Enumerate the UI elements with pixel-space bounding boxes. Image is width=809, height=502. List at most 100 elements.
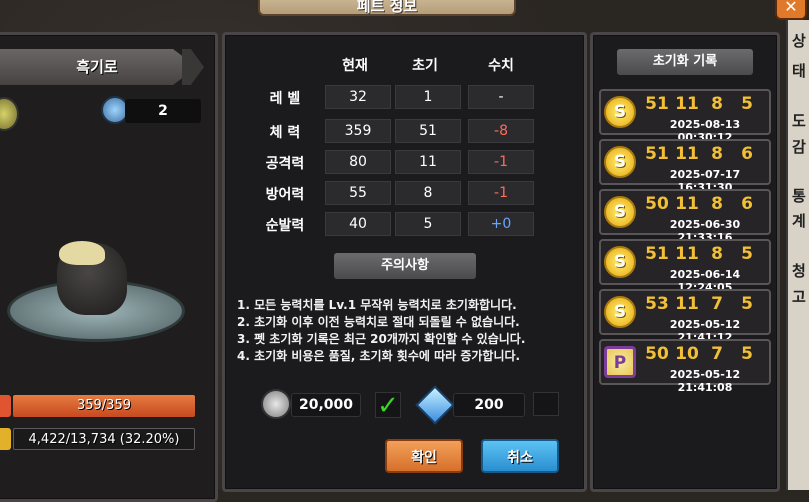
record-stat-value: 8 (711, 94, 723, 114)
notice-item: 1. 모든 능력치를 Lv.1 무작위 능력치로 초기화합니다. (237, 298, 517, 312)
stat-initial-cell: 5 (395, 212, 461, 236)
window-title: 페트 정보 (258, 0, 516, 16)
notice-item: 4. 초기화 비용은 품질, 초기화 횟수에 따라 증가합니다. (237, 349, 521, 363)
grade-badge-icon: S (604, 246, 636, 278)
stat-current-cell: 80 (325, 150, 391, 174)
record-stat-value: 7 (711, 344, 723, 364)
stat-current-cell: 40 (325, 212, 391, 236)
stat-initial-cell: 51 (395, 119, 461, 143)
side-tab-char[interactable]: 상 (792, 30, 806, 51)
record-stat-value: 8 (711, 244, 723, 264)
pet-sprite-mane (59, 241, 105, 265)
notice-item: 3. 펫 초기화 기록은 최근 20개까지 확인할 수 있습니다. (237, 332, 526, 346)
grade-badge-icon: S (604, 96, 636, 128)
record-stat-value: 5 (741, 344, 753, 364)
col-initial: 초기 (412, 58, 438, 74)
stat-current-cell: 55 (325, 181, 391, 205)
record-stat-value: 6 (741, 144, 753, 164)
stat-initial-cell: 11 (395, 150, 461, 174)
record-stat-value: 51 (645, 244, 669, 264)
close-button[interactable]: ✕ (775, 0, 807, 20)
grade-badge-icon: S (604, 146, 636, 178)
record-stat-value: 8 (711, 144, 723, 164)
record-stat-value: 50 (645, 194, 669, 214)
record-stat-value: 11 (675, 294, 699, 314)
side-tab-char[interactable]: 감 (792, 136, 806, 157)
side-tab-char[interactable]: 고 (792, 286, 806, 307)
grade-badge-icon: P (604, 346, 636, 378)
stat-initial-cell: 8 (395, 181, 461, 205)
record-stat-value: 53 (645, 294, 669, 314)
stat-diff-cell: +0 (468, 212, 534, 236)
notice-list: 1. 모든 능력치를 Lv.1 무작위 능력치로 초기화합니다. 2. 초기화 … (237, 297, 582, 365)
history-record: P 50 10 7 5 2025-05-12 21:41:08 (599, 339, 771, 394)
record-stat-value: 51 (645, 144, 669, 164)
col-diff: 수치 (488, 58, 514, 74)
record-stats: 51 11 8 5 (643, 94, 769, 114)
record-stats: 50 10 7 5 (643, 344, 769, 364)
history-record: S 53 11 7 5 2025-05-12 21:41:12 (599, 289, 771, 344)
side-tab-char[interactable]: 도 (792, 110, 806, 131)
history-record: S 50 11 8 6 2025-06-30 21:33:16 (599, 189, 771, 244)
grade-badge-icon: S (604, 296, 636, 328)
side-tab-char[interactable]: 청 (792, 260, 806, 281)
stat-diff-cell: - (468, 85, 534, 109)
record-stats: 53 11 7 5 (643, 294, 769, 314)
record-stat-value: 5 (741, 294, 753, 314)
exp-bar: 4,422/13,734 (32.20%) (13, 428, 195, 450)
side-tab-char[interactable]: 태 (792, 60, 806, 81)
notice-title: 주의사항 (334, 253, 476, 279)
pet-name: 흑기로 (0, 49, 197, 85)
side-tab-char[interactable]: 통 (792, 185, 806, 206)
record-stat-value: 5 (741, 94, 753, 114)
record-stats: 51 11 8 5 (643, 244, 769, 264)
grade-badge-icon: S (604, 196, 636, 228)
coin-icon (261, 389, 291, 419)
gem-icon (415, 385, 455, 425)
notice-item: 2. 초기화 이후 이전 능력치로 절대 되돌릴 수 없습니다. (237, 315, 520, 329)
record-stats: 51 11 8 6 (643, 144, 769, 164)
stats-panel: 현재 초기 수치 레 벨 32 1- 체 력 359 51 -8 공격력 80 11 -1 방어력 55… (222, 32, 587, 492)
stat-label: 공격력 (265, 156, 305, 172)
gem-cost: 200 (453, 393, 525, 417)
history-title: 초기화 기록 (617, 49, 753, 75)
stat-label: 레 벨 (269, 91, 301, 107)
record-stat-value: 7 (711, 294, 723, 314)
stat-initial-cell: 1 (395, 85, 461, 109)
stat-diff-cell: -1 (468, 150, 534, 174)
hp-icon (0, 395, 11, 417)
record-date: 2025-05-12 21:41:08 (669, 368, 741, 394)
stat-label: 체 력 (269, 125, 301, 141)
record-stat-value: 8 (711, 194, 723, 214)
record-stat-value: 11 (675, 144, 699, 164)
stat-label: 순발력 (265, 218, 305, 234)
col-current: 현재 (342, 58, 368, 74)
stat-diff-cell: -1 (468, 181, 534, 205)
stat-current-cell: 32 (325, 85, 391, 109)
record-stat-value: 51 (645, 94, 669, 114)
name-plate-arrow-icon (182, 49, 204, 85)
record-stat-value: 11 (675, 94, 699, 114)
record-stats: 50 11 8 6 (643, 194, 769, 214)
confirm-button[interactable]: 확인 (385, 439, 463, 473)
stat-label: 방어력 (265, 187, 305, 203)
gem-checkbox[interactable] (533, 392, 559, 416)
stat-current-cell: 359 (325, 119, 391, 143)
coin-cost: 20,000 (291, 393, 361, 417)
side-tab-char[interactable]: 계 (792, 210, 806, 231)
coin-check-icon[interactable]: ✓ (375, 392, 401, 419)
record-stat-value: 11 (675, 244, 699, 264)
record-stat-value: 5 (741, 244, 753, 264)
pet-grade-icon (0, 97, 19, 131)
record-stat-value: 50 (645, 344, 669, 364)
record-stat-value: 6 (741, 194, 753, 214)
pet-count: 2 (125, 99, 201, 123)
exp-icon (0, 428, 11, 450)
stat-diff-cell: -8 (468, 119, 534, 143)
side-tabs: 상 태 도 감 통 계 청 고 (786, 20, 809, 490)
cancel-button[interactable]: 취소 (481, 439, 559, 473)
hp-bar: 359/359 (13, 395, 195, 417)
pet-preview-panel: 흑기로 2 359/359 4,422/13,734 (32.20%) (0, 32, 218, 502)
history-record: S 51 11 8 5 2025-06-14 12:24:05 (599, 239, 771, 294)
record-stat-value: 11 (675, 194, 699, 214)
